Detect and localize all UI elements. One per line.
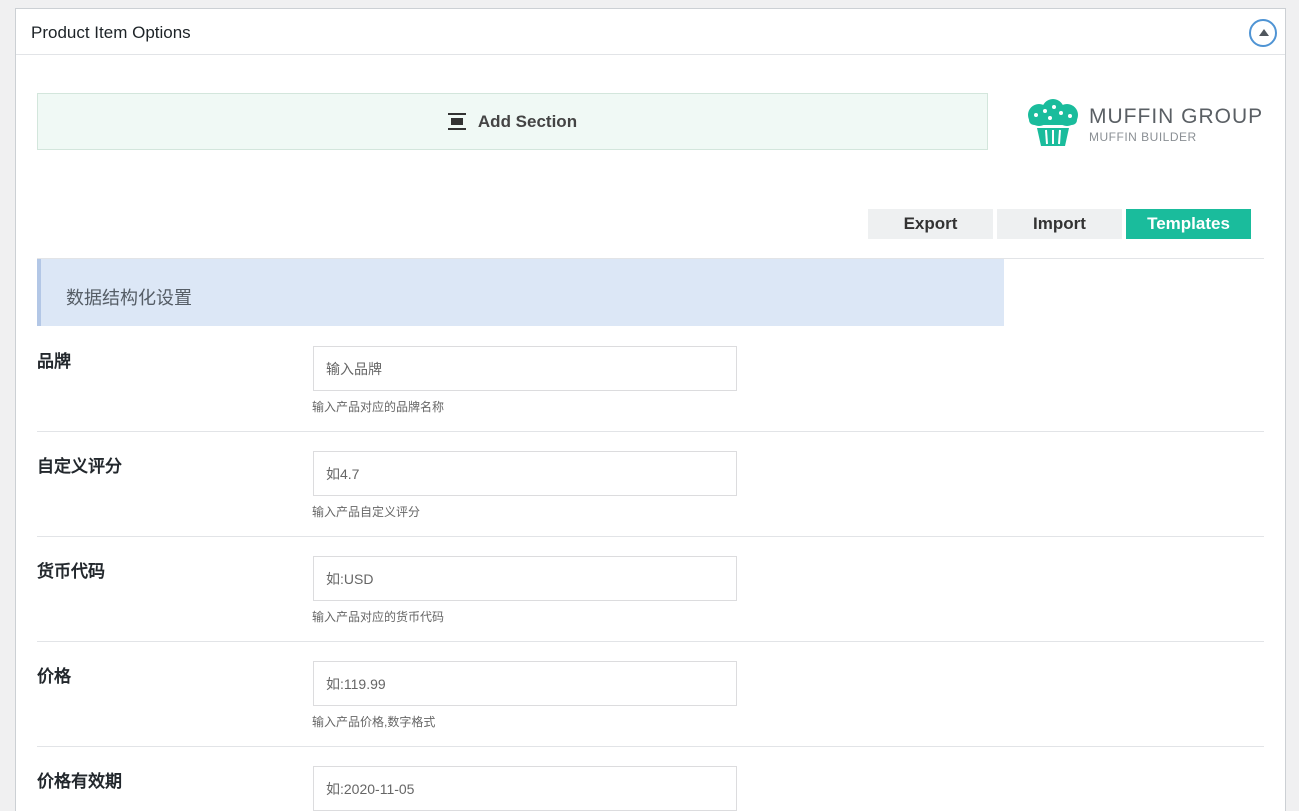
import-button[interactable]: Import xyxy=(997,209,1122,239)
field-row-price-valid-until: 价格有效期 xyxy=(37,747,1264,811)
add-section-label: Add Section xyxy=(477,111,578,131)
export-button[interactable]: Export xyxy=(868,209,993,239)
metabox-header: Product Item Options xyxy=(16,9,1285,55)
field-description: 输入产品自定义评分 xyxy=(312,505,421,519)
field-label: 货币代码 xyxy=(37,562,105,581)
logo-subtitle: MUFFIN BUILDER xyxy=(1089,130,1197,144)
collapse-toggle-button[interactable] xyxy=(1249,19,1277,47)
muffin-icon xyxy=(1028,99,1078,146)
field-row-price: 价格 输入产品价格,数字格式 xyxy=(37,642,1264,747)
field-label: 价格有效期 xyxy=(37,772,122,791)
price-input[interactable] xyxy=(313,661,737,706)
field-row-currency: 货币代码 输入产品对应的货币代码 xyxy=(37,537,1264,642)
field-row-rating: 自定义评分 输入产品自定义评分 xyxy=(37,432,1264,537)
field-label: 自定义评分 xyxy=(37,457,122,476)
field-row-brand: 品牌 输入产品对应的品牌名称 xyxy=(37,327,1264,432)
section-icon xyxy=(447,113,466,130)
field-description: 输入产品价格,数字格式 xyxy=(312,715,436,729)
field-label: 品牌 xyxy=(37,352,71,371)
field-description: 输入产品对应的品牌名称 xyxy=(312,400,445,414)
templates-button[interactable]: Templates xyxy=(1126,209,1251,239)
muffin-group-logo: MUFFIN GROUP MUFFIN BUILDER xyxy=(1025,99,1265,149)
section-title: 数据结构化设置 xyxy=(66,288,192,308)
metabox-title: Product Item Options xyxy=(31,23,191,42)
rating-input[interactable] xyxy=(313,451,737,496)
currency-code-input[interactable] xyxy=(313,556,737,601)
field-label: 价格 xyxy=(37,667,71,686)
logo-title: MUFFIN GROUP xyxy=(1089,105,1264,128)
field-description: 输入产品对应的货币代码 xyxy=(312,610,445,624)
triangle-up-icon xyxy=(1259,29,1269,36)
price-valid-until-input[interactable] xyxy=(313,766,737,811)
section-title-bar: 数据结构化设置 xyxy=(37,259,1004,326)
brand-input[interactable] xyxy=(313,346,737,391)
add-section-button[interactable]: Add Section xyxy=(37,93,988,150)
